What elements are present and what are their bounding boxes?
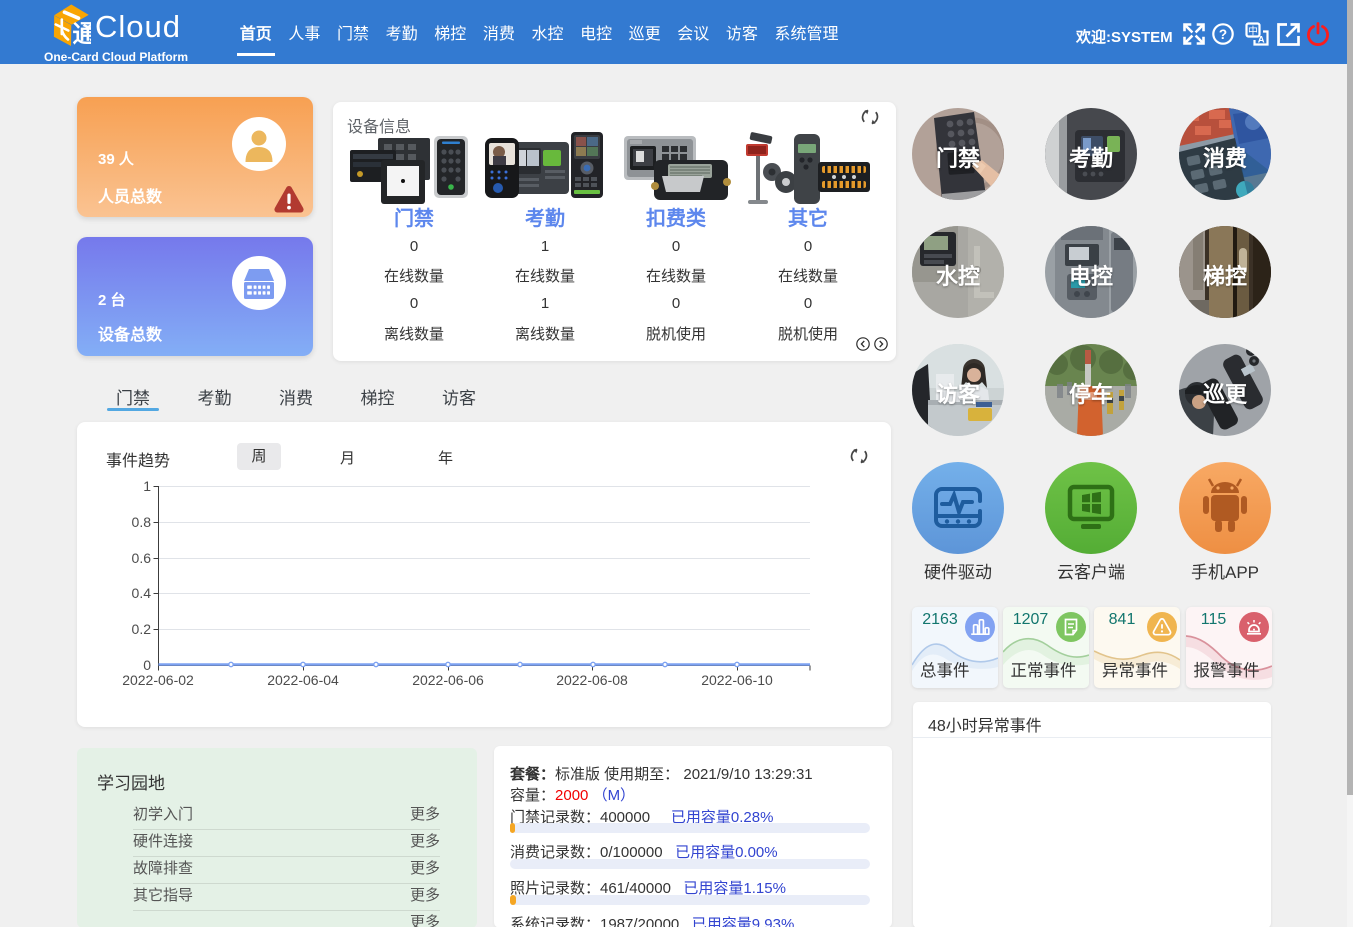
svg-text:0.6: 0.6 — [132, 550, 152, 566]
svg-text:0.8: 0.8 — [132, 514, 152, 530]
svg-text:?: ? — [1219, 27, 1227, 42]
svg-text:0.2: 0.2 — [132, 621, 152, 637]
svg-text:A: A — [1258, 35, 1265, 46]
svg-text:2022-06-08: 2022-06-08 — [556, 672, 628, 688]
svg-text:通: 通 — [73, 21, 92, 47]
svg-text:2022-06-10: 2022-06-10 — [701, 672, 773, 688]
svg-text:2022-06-06: 2022-06-06 — [412, 672, 484, 688]
svg-text:0: 0 — [143, 657, 151, 673]
svg-text:1: 1 — [143, 478, 151, 494]
svg-text:中: 中 — [1248, 24, 1258, 37]
svg-text:0.4: 0.4 — [132, 585, 152, 601]
svg-text:2022-06-02: 2022-06-02 — [122, 672, 194, 688]
svg-text:2022-06-04: 2022-06-04 — [267, 672, 339, 688]
